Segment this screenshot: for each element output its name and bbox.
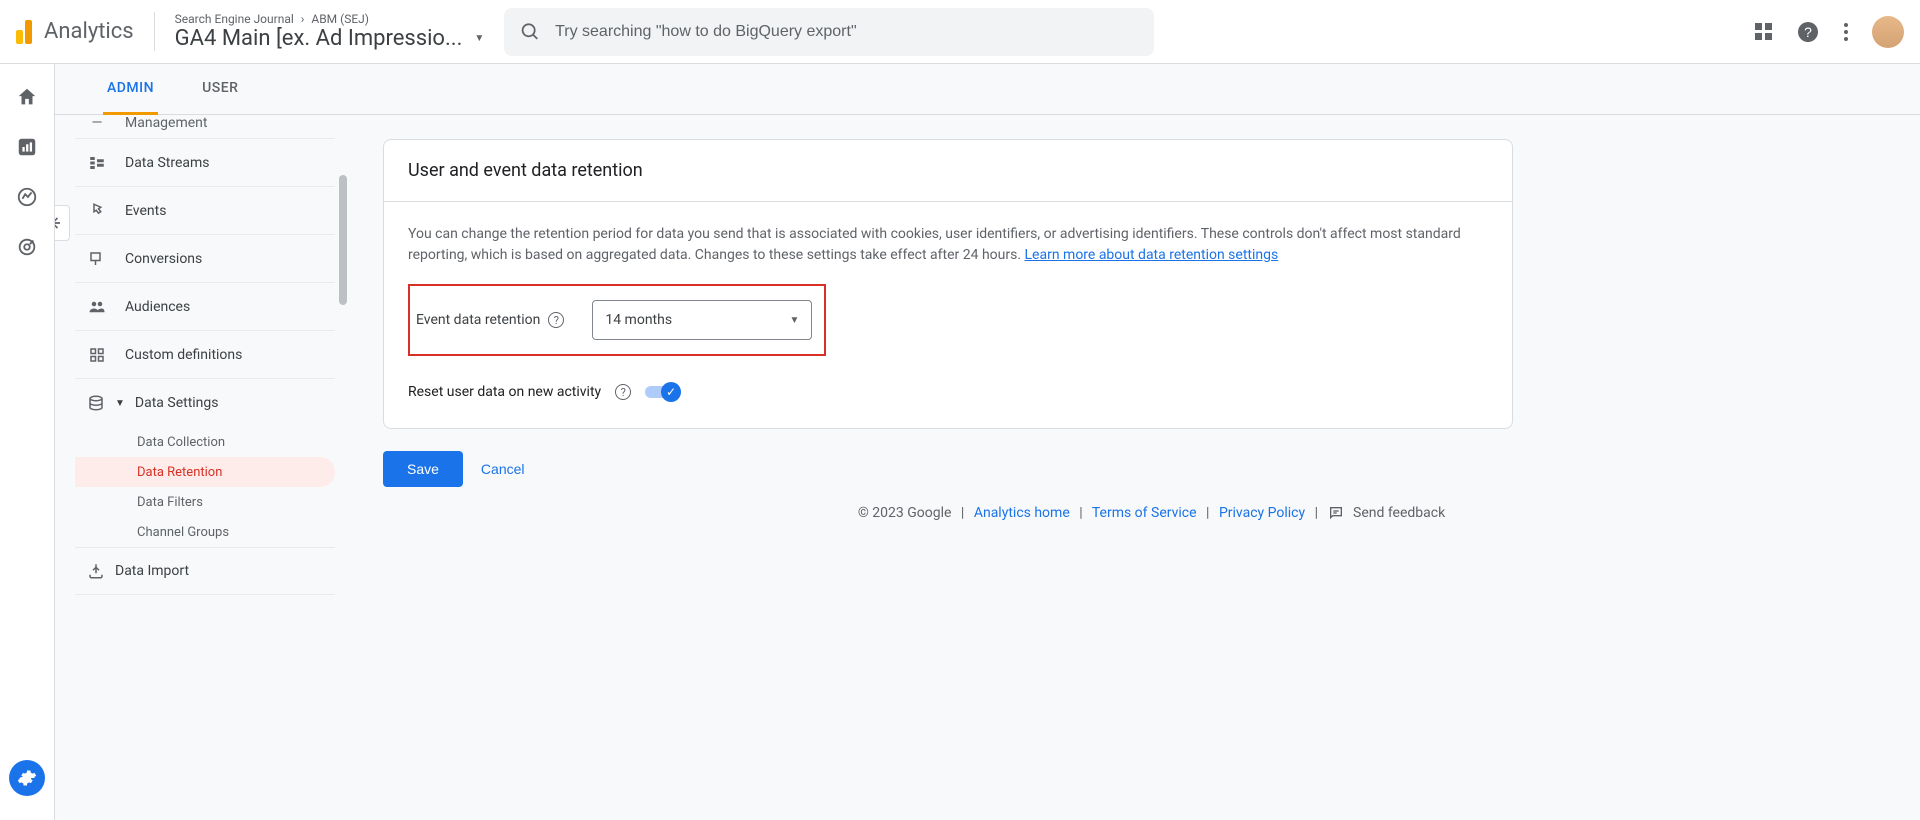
footer-analytics-home-link[interactable]: Analytics home [974,505,1070,521]
learn-more-link[interactable]: Learn more about data retention settings [1025,247,1279,263]
event-retention-highlight: Event data retention ? 14 months ▼ [408,284,826,356]
search-input[interactable] [555,23,1138,41]
help-icon[interactable]: ? [615,384,631,400]
action-buttons: Save Cancel [383,451,1920,487]
back-button[interactable] [55,205,70,241]
sidebar-item-label: Conversions [125,251,202,267]
search-bar[interactable] [504,8,1154,56]
gear-icon [17,768,37,788]
scrollbar-thumb[interactable] [339,175,347,305]
footer: © 2023 Google | Analytics home | Terms o… [383,487,1920,539]
search-icon [520,21,541,43]
sidebar-item-label: Audiences [125,299,190,315]
sidebar-item-label: Data Import [115,563,189,579]
reset-user-data-toggle[interactable]: ✓ [645,382,681,402]
help-icon[interactable]: ? [548,312,564,328]
more-menu-icon[interactable] [1844,23,1848,41]
sidebar-item-custom-definitions[interactable]: Custom definitions [75,331,335,379]
sidebar-item-data-import[interactable]: Data Import [75,547,335,595]
product-name: Analytics [44,19,134,44]
card-title: User and event data retention [384,140,1512,202]
diagnostics-icon[interactable] [1755,23,1772,40]
sidebar-item-label: Events [125,203,166,219]
help-icon[interactable]: ? [1796,20,1820,44]
reset-user-data-label: Reset user data on new activity [408,384,601,400]
sidebar-item-label: Management [125,115,207,131]
chevron-right-icon: › [301,12,305,26]
tab-admin[interactable]: ADMIN [103,64,158,115]
home-icon[interactable] [16,86,38,108]
logo-area: Analytics [16,19,134,44]
breadcrumb-property: ABM (SEJ) [311,12,369,26]
sidebar-item-management[interactable]: — Management [75,115,335,139]
tab-user[interactable]: USER [198,64,242,114]
management-icon: — [87,115,107,131]
explore-icon[interactable] [16,186,38,208]
event-retention-select[interactable]: 14 months ▼ [592,300,812,340]
sidebar-item-label: Data Streams [125,155,210,171]
main-panel: User and event data retention You can ch… [355,115,1920,820]
advertising-icon[interactable] [16,236,38,258]
nav-rail [0,64,55,820]
reports-icon[interactable] [16,136,38,158]
admin-gear-button[interactable] [9,760,45,796]
audiences-icon [87,298,107,316]
breadcrumb: Search Engine Journal › ABM (SEJ) [175,12,485,26]
sidebar-item-label: Data Settings [135,395,219,411]
property-name: GA4 Main [ex. Ad Impressio... [175,26,463,51]
sidebar-item-label: Custom definitions [125,347,242,363]
admin-sidebar: — Management Data Streams Events Convers… [55,115,355,820]
data-import-icon [87,562,105,580]
custom-definitions-icon [87,346,107,364]
save-button[interactable]: Save [383,451,463,487]
sidebar-sub-data-filters[interactable]: Data Filters [75,487,335,517]
breadcrumb-account: Search Engine Journal [175,12,294,26]
sidebar-sub-data-retention[interactable]: Data Retention [75,457,335,487]
dropdown-arrow-icon[interactable]: ▼ [474,33,484,44]
sidebar-item-conversions[interactable]: Conversions [75,235,335,283]
reset-user-data-row: Reset user data on new activity ? ✓ [408,382,1488,402]
conversions-icon [87,250,107,268]
retention-card: User and event data retention You can ch… [383,139,1513,429]
sidebar-item-events[interactable]: Events [75,187,335,235]
user-avatar[interactable] [1872,16,1904,48]
events-icon [87,202,107,220]
footer-feedback-link[interactable]: Send feedback [1353,505,1445,521]
footer-privacy-link[interactable]: Privacy Policy [1219,505,1305,521]
card-description: You can change the retention period for … [408,224,1488,266]
sidebar-sub-channel-groups[interactable]: Channel Groups [75,517,335,547]
header-actions: ? [1755,16,1904,48]
feedback-icon [1328,505,1344,521]
svg-text:?: ? [1804,24,1812,40]
footer-tos-link[interactable]: Terms of Service [1092,505,1197,521]
sidebar-item-data-streams[interactable]: Data Streams [75,139,335,187]
sidebar-item-data-settings[interactable]: ▼ Data Settings [75,379,335,427]
admin-tabs: ADMIN USER [55,64,1920,115]
check-icon: ✓ [661,382,681,402]
caret-down-icon: ▼ [789,315,799,326]
app-header: Analytics Search Engine Journal › ABM (S… [0,0,1920,64]
select-value: 14 months [605,312,672,328]
analytics-logo-icon [16,20,32,44]
cancel-button[interactable]: Cancel [481,461,525,477]
property-selector[interactable]: Search Engine Journal › ABM (SEJ) GA4 Ma… [154,12,485,51]
arrow-left-icon [55,213,65,233]
data-settings-icon [87,394,105,412]
footer-copyright: © 2023 Google [858,505,952,521]
caret-down-icon: ▼ [115,398,125,409]
sidebar-sub-data-collection[interactable]: Data Collection [75,427,335,457]
sidebar-item-audiences[interactable]: Audiences [75,283,335,331]
event-retention-label: Event data retention [416,312,540,328]
data-streams-icon [87,154,107,172]
